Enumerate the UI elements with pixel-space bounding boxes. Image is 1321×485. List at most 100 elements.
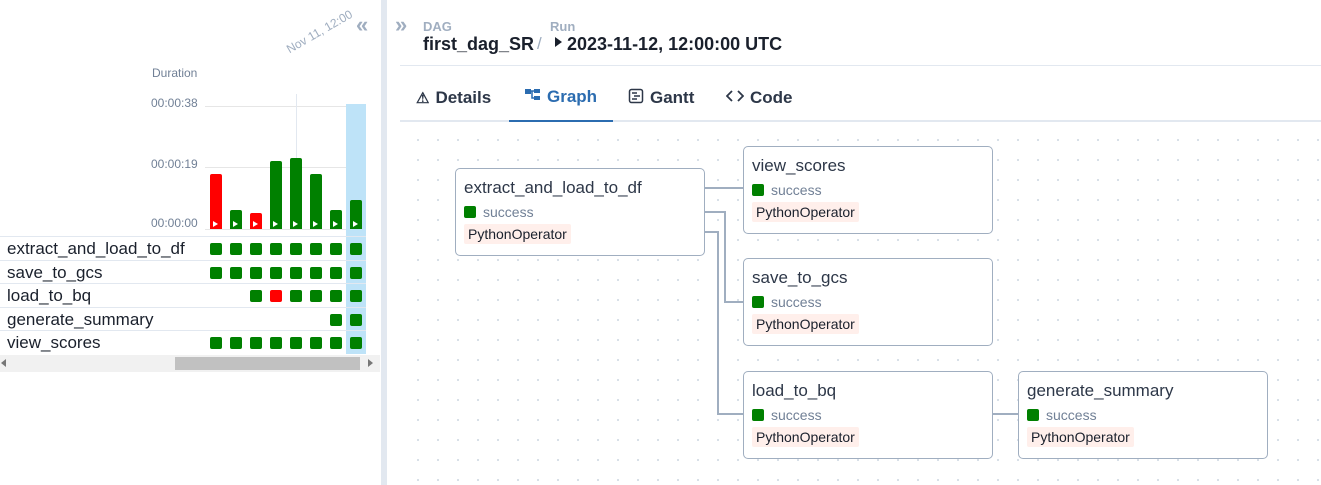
task-instance-cell[interactable]: [350, 243, 362, 255]
tab-gantt[interactable]: Gantt: [612, 74, 710, 122]
task-node-load_to_bq[interactable]: load_to_bq success PythonOperator: [743, 371, 993, 459]
node-title: view_scores: [752, 156, 846, 175]
task-instance-cell[interactable]: [270, 290, 282, 302]
task-name[interactable]: extract_and_load_to_df: [7, 239, 185, 259]
duration-bar[interactable]: [230, 210, 242, 229]
task-node-extract_and_load_to_df[interactable]: extract_and_load_to_df success PythonOpe…: [455, 168, 705, 256]
task-instance-cell[interactable]: [350, 337, 362, 349]
scroll-left-arrow-icon[interactable]: [1, 359, 6, 367]
gantt-icon: [628, 88, 644, 108]
node-title: generate_summary: [1027, 381, 1174, 400]
status-indicator: [752, 184, 764, 196]
task-instance-cell[interactable]: [310, 290, 322, 302]
task-instance-cell[interactable]: [330, 267, 342, 279]
double-chevron-right-icon[interactable]: »: [395, 14, 407, 36]
operator-badge: PythonOperator: [752, 427, 859, 447]
task-instance-cell[interactable]: [290, 290, 302, 302]
play-icon: [253, 221, 258, 227]
task-name[interactable]: load_to_bq: [7, 286, 91, 306]
tab-code[interactable]: Code: [710, 74, 809, 122]
task-instance-cell[interactable]: [310, 337, 322, 349]
task-name[interactable]: view_scores: [7, 333, 101, 353]
task-instance-cell[interactable]: [230, 337, 242, 349]
task-instance-cell[interactable]: [350, 314, 362, 326]
y-tick-label: 00:00:00: [151, 216, 198, 230]
node-status: success: [771, 294, 822, 310]
panel-resizer[interactable]: [381, 0, 387, 485]
task-name[interactable]: generate_summary: [7, 310, 153, 330]
task-instance-cell[interactable]: [350, 267, 362, 279]
y-tick-label: 00:00:38: [151, 96, 198, 110]
operator-badge: PythonOperator: [752, 202, 859, 222]
header-divider: [400, 65, 1321, 66]
duration-bar[interactable]: [310, 174, 322, 229]
task-instance-cell[interactable]: [210, 267, 222, 279]
tab-label: Graph: [547, 87, 598, 106]
scroll-right-arrow-icon[interactable]: [368, 359, 373, 367]
task-instance-cell[interactable]: [270, 243, 282, 255]
status-indicator: [752, 409, 764, 421]
gridline: [205, 229, 346, 230]
task-instance-cell[interactable]: [210, 337, 222, 349]
task-instance-cell[interactable]: [270, 267, 282, 279]
task-instance-cell[interactable]: [310, 267, 322, 279]
task-instance-cell[interactable]: [230, 267, 242, 279]
play-icon: [233, 221, 238, 227]
tab-bar: ⚠ Details Graph Gantt Code: [400, 74, 1321, 122]
node-title: load_to_bq: [752, 381, 837, 400]
play-icon: [273, 221, 278, 227]
breadcrumb-dag-link[interactable]: first_dag_SR: [423, 34, 534, 55]
node-status: success: [771, 182, 822, 198]
task-instance-cell[interactable]: [250, 243, 262, 255]
breadcrumb-run-label: Run: [550, 19, 576, 34]
tab-label: Gantt: [650, 88, 695, 107]
tab-details[interactable]: ⚠ Details: [400, 74, 507, 122]
task-instance-cell[interactable]: [250, 337, 262, 349]
task-instance-cell[interactable]: [330, 314, 342, 326]
task-node-save_to_gcs[interactable]: save_to_gcs success PythonOperator: [743, 258, 993, 346]
task-instance-cell[interactable]: [290, 267, 302, 279]
double-chevron-left-icon[interactable]: «: [356, 14, 368, 36]
node-status: success: [1046, 407, 1097, 423]
y-tick-label: 00:00:19: [151, 157, 198, 171]
graph-canvas[interactable]: extract_and_load_to_df success PythonOpe…: [400, 124, 1321, 485]
duration-bar[interactable]: [290, 158, 302, 229]
tab-label: Details: [435, 88, 492, 107]
breadcrumb-separator: /: [537, 34, 542, 53]
task-instance-cell[interactable]: [310, 243, 322, 255]
task-instance-cell[interactable]: [290, 243, 302, 255]
grid-panel: « Duration Nov 11, 12:00 00:00:38 00:00:…: [0, 0, 380, 485]
tab-graph[interactable]: Graph: [509, 74, 614, 122]
horizontal-scrollbar[interactable]: [0, 355, 380, 372]
scrollbar-thumb[interactable]: [175, 357, 360, 370]
duration-bar[interactable]: [250, 213, 262, 229]
duration-label: Duration: [152, 66, 198, 80]
task-instance-cell[interactable]: [230, 243, 242, 255]
task-instance-cell[interactable]: [250, 267, 262, 279]
task-instance-cell[interactable]: [330, 290, 342, 302]
duration-bar[interactable]: [270, 161, 282, 229]
task-instance-cell[interactable]: [210, 243, 222, 255]
task-instance-cell[interactable]: [350, 290, 362, 302]
task-instance-cell[interactable]: [250, 290, 262, 302]
task-instance-cell[interactable]: [330, 337, 342, 349]
task-name[interactable]: save_to_gcs: [7, 263, 102, 283]
duration-bar[interactable]: [350, 200, 362, 229]
task-instance-cell[interactable]: [330, 243, 342, 255]
task-row: generate_summary: [0, 307, 366, 330]
duration-bar[interactable]: [330, 210, 342, 229]
play-icon: [313, 221, 318, 227]
task-node-view_scores[interactable]: view_scores success PythonOperator: [743, 146, 993, 234]
task-row: view_scores: [0, 330, 366, 353]
details-panel: » DAG first_dag_SR / Run 2023-11-12, 12:…: [390, 0, 1321, 485]
tab-label: Code: [750, 88, 793, 107]
task-instance-cell[interactable]: [290, 337, 302, 349]
task-row: extract_and_load_to_df: [0, 236, 366, 259]
operator-badge: PythonOperator: [1027, 427, 1134, 447]
play-icon: [213, 221, 218, 227]
node-title: extract_and_load_to_df: [464, 178, 642, 197]
task-node-generate_summary[interactable]: generate_summary success PythonOperator: [1018, 371, 1268, 459]
breadcrumb-run-link[interactable]: 2023-11-12, 12:00:00 UTC: [567, 34, 782, 55]
duration-bar[interactable]: [210, 174, 222, 229]
task-instance-cell[interactable]: [270, 337, 282, 349]
